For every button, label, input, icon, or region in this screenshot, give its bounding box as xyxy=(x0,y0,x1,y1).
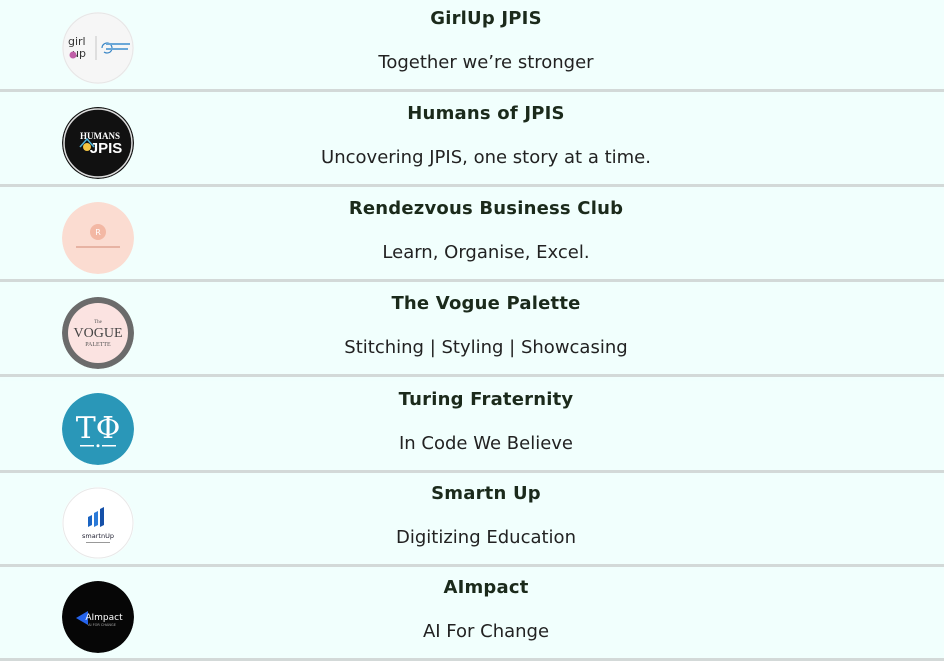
club-row-smartn-up[interactable]: smartnUp Smartn Up Digitizing Education xyxy=(0,475,944,567)
club-title: Rendezvous Business Club xyxy=(348,198,624,219)
club-title: The Vogue Palette xyxy=(391,293,581,314)
club-tagline: AI For Change xyxy=(422,621,550,642)
clubs-list: girl up GirlUp JPIS Together we’re stron… xyxy=(0,0,944,661)
svg-text:The: The xyxy=(94,320,103,325)
club-row-humans-of-jpis[interactable]: HUMANS JPIS Humans of JPIS Uncovering JP… xyxy=(0,95,944,187)
club-row-vogue-palette[interactable]: The VOGUE PALETTE The Vogue Palette Stit… xyxy=(0,285,944,377)
club-tagline: Uncovering JPIS, one story at a time. xyxy=(321,147,651,168)
club-tagline: Learn, Organise, Excel. xyxy=(382,242,590,263)
club-title: GirlUp JPIS xyxy=(430,8,542,29)
club-tagline: Stitching | Styling | Showcasing xyxy=(344,337,628,358)
club-title: Turing Fraternity xyxy=(398,389,574,410)
club-title: AImpact xyxy=(443,577,529,598)
club-row-girlup[interactable]: girl up GirlUp JPIS Together we’re stron… xyxy=(0,0,944,92)
club-tagline: In Code We Believe xyxy=(398,433,573,454)
club-row-turing-fraternity[interactable]: TΦ Turing Fraternity In Code We Believe xyxy=(0,381,944,473)
club-tagline: Together we’re stronger xyxy=(378,52,594,73)
svg-text:R: R xyxy=(95,228,101,237)
club-title: Smartn Up xyxy=(431,483,541,504)
club-row-rendezvous[interactable]: R Rendezvous Business Club Learn, Organi… xyxy=(0,190,944,282)
club-tagline: Digitizing Education xyxy=(396,527,576,548)
club-row-aimpact[interactable]: AImpact AI FOR CHANGE AImpact AI For Cha… xyxy=(0,569,944,661)
club-title: Humans of JPIS xyxy=(407,103,565,124)
